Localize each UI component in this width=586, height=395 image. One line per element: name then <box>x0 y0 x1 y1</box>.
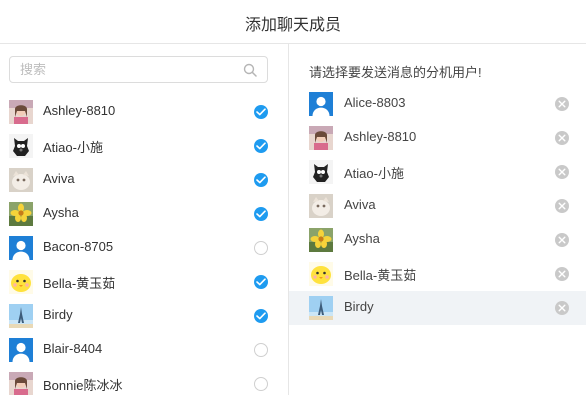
unchecked-checkbox-icon[interactable] <box>254 241 268 255</box>
checked-checkbox-icon[interactable] <box>254 309 268 323</box>
dialog-title: 添加聊天成员 <box>244 17 341 34</box>
selected-user-row[interactable]: Aviva <box>289 189 586 223</box>
avatar <box>309 126 333 150</box>
contact-row[interactable]: Ashley-8810 <box>0 95 288 129</box>
contact-name: Birdy <box>43 307 73 322</box>
selected-user-name: Alice-8803 <box>344 95 406 110</box>
contact-row[interactable]: Blair-8404 <box>0 333 288 367</box>
remove-icon[interactable] <box>555 131 569 145</box>
contact-row[interactable]: Bonnie陈冰冰 <box>0 367 288 395</box>
selected-user-name: Aviva <box>344 197 376 212</box>
selected-user-row[interactable]: Bella-黄玉茹 <box>289 257 586 291</box>
remove-icon[interactable] <box>555 97 569 111</box>
selection-hint: 请选择要发送消息的分机用户! <box>309 65 482 80</box>
avatar <box>9 270 33 294</box>
avatar <box>309 228 333 252</box>
contact-name: Blair-8404 <box>43 341 103 356</box>
checked-checkbox-icon[interactable] <box>254 139 268 153</box>
selected-user-name: Atiao-小施 <box>344 166 404 181</box>
contact-name: Ashley-8810 <box>43 103 116 118</box>
contact-row[interactable]: Atiao-小施 <box>0 129 288 163</box>
checked-checkbox-icon[interactable] <box>254 207 268 221</box>
avatar <box>9 372 33 395</box>
remove-icon[interactable] <box>555 199 569 213</box>
remove-icon[interactable] <box>555 301 569 315</box>
contact-name: Atiao-小施 <box>43 140 103 155</box>
remove-icon[interactable] <box>555 165 569 179</box>
selected-user-row[interactable]: Alice-8803 <box>289 87 586 121</box>
checked-checkbox-icon[interactable] <box>254 105 268 119</box>
contact-picker: Ashley-8810 Atiao-小施 Aviva Aysha Bacon-8705 B… <box>0 44 288 395</box>
selected-user-row[interactable]: Ashley-8810 <box>289 121 586 155</box>
default-avatar-icon <box>309 92 333 116</box>
unchecked-checkbox-icon[interactable] <box>254 343 268 357</box>
avatar <box>9 304 33 328</box>
remove-icon[interactable] <box>555 267 569 281</box>
avatar <box>309 296 333 320</box>
avatar <box>9 168 33 192</box>
search-icon[interactable] <box>243 63 257 77</box>
checked-checkbox-icon[interactable] <box>254 173 268 187</box>
default-avatar-icon <box>9 236 33 260</box>
selected-user-name: Aysha <box>344 231 380 246</box>
contact-row[interactable]: Aviva <box>0 163 288 197</box>
contact-name: Bonnie陈冰冰 <box>43 378 123 393</box>
dialog-header: 添加聊天成员 <box>0 0 586 44</box>
avatar <box>309 160 333 184</box>
selected-user-row[interactable]: Aysha <box>289 223 586 257</box>
contact-name: Bacon-8705 <box>43 239 114 254</box>
contact-row[interactable]: Bella-黄玉茹 <box>0 265 288 299</box>
avatar <box>309 262 333 286</box>
add-chat-members-dialog: 添加聊天成员 Ashley-8810 Atiao-小施 Aviva Aysha Baco… <box>0 0 586 395</box>
search-input[interactable] <box>20 60 235 79</box>
remove-icon[interactable] <box>555 233 569 247</box>
selected-user-name: Ashley-8810 <box>344 129 417 144</box>
selected-user-name: Birdy <box>344 299 374 314</box>
avatar <box>9 134 33 158</box>
avatar <box>309 194 333 218</box>
contact-name: Bella-黄玉茹 <box>43 276 116 291</box>
selected-panel: 请选择要发送消息的分机用户! Alice-8803 Ashley-8810 Atia… <box>289 44 586 395</box>
search-box[interactable] <box>9 56 268 83</box>
unchecked-checkbox-icon[interactable] <box>254 377 268 391</box>
selected-user-name: Bella-黄玉茹 <box>344 268 417 283</box>
contact-row[interactable]: Aysha <box>0 197 288 231</box>
checked-checkbox-icon[interactable] <box>254 275 268 289</box>
contact-row[interactable]: Bacon-8705 <box>0 231 288 265</box>
contact-row[interactable]: Birdy <box>0 299 288 333</box>
default-avatar-icon <box>9 338 33 362</box>
selected-user-row[interactable]: Birdy <box>289 291 586 325</box>
avatar <box>9 100 33 124</box>
avatar <box>9 202 33 226</box>
contact-name: Aysha <box>43 205 79 220</box>
contact-name: Aviva <box>43 171 75 186</box>
selected-user-row[interactable]: Atiao-小施 <box>289 155 586 189</box>
